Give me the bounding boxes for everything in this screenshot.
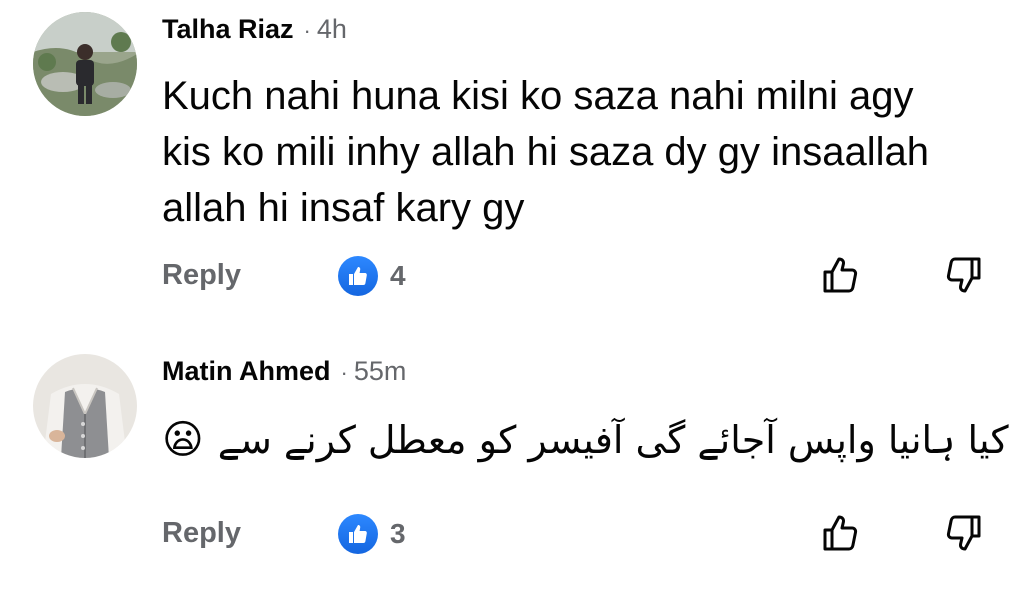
reaction-summary[interactable]: 3 bbox=[338, 514, 406, 554]
avatar[interactable] bbox=[33, 12, 137, 116]
thumbs-up-icon bbox=[823, 515, 858, 551]
separator-dot: · bbox=[340, 360, 348, 385]
reply-button[interactable]: Reply bbox=[162, 259, 241, 292]
like-reaction-icon bbox=[338, 256, 378, 296]
like-reaction-icon bbox=[338, 514, 378, 554]
like-count: 3 bbox=[390, 518, 406, 549]
comment-urdu-text: کیا ہانیا واپس آجائے گی آفیسر کو معطل کر… bbox=[217, 418, 1009, 462]
separator-dot: · bbox=[303, 18, 311, 43]
like-button[interactable] bbox=[816, 250, 866, 300]
comment-text: 😦 کیا ہانیا واپس آجائے گی آفیسر کو معطل … bbox=[162, 412, 1009, 468]
timestamp[interactable]: 55m bbox=[354, 356, 407, 387]
thumbs-down-icon bbox=[946, 257, 981, 293]
comment-line: kis ko mili inhy allah hi saza dy gy ins… bbox=[162, 130, 930, 174]
comment-line: 😦 کیا ہانیا واپس آجائے گی آفیسر کو معطل … bbox=[162, 412, 1009, 468]
dislike-button[interactable] bbox=[938, 508, 988, 558]
author-name[interactable]: Talha Riaz bbox=[162, 14, 294, 45]
like-count: 4 bbox=[390, 260, 406, 291]
frowning-face-emoji: 😦 bbox=[162, 418, 204, 462]
comment-header: Talha Riaz · 4h bbox=[162, 14, 347, 45]
dislike-button[interactable] bbox=[938, 250, 988, 300]
reply-button[interactable]: Reply bbox=[162, 517, 241, 550]
comment-line: Kuch nahi huna kisi ko saza nahi milni a… bbox=[162, 74, 914, 118]
comment-line: allah hi insaf kary gy bbox=[162, 186, 525, 230]
comment-header: Matin Ahmed · 55m bbox=[162, 356, 406, 387]
author-name[interactable]: Matin Ahmed bbox=[162, 356, 331, 387]
reaction-summary[interactable]: 4 bbox=[338, 256, 406, 296]
thumbs-up-icon bbox=[823, 257, 858, 293]
timestamp[interactable]: 4h bbox=[317, 14, 347, 45]
thumbs-down-icon bbox=[946, 515, 981, 551]
avatar[interactable] bbox=[33, 354, 137, 458]
like-button[interactable] bbox=[816, 508, 866, 558]
comment-text: Kuch nahi huna kisi ko saza nahi milni a… bbox=[162, 68, 992, 236]
